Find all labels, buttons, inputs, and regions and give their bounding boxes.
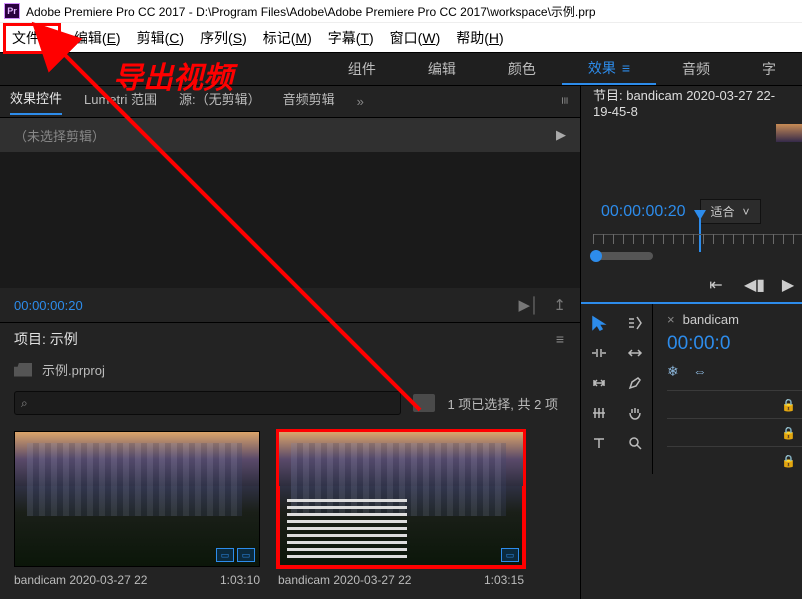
export-frame-icon[interactable]: ↥ (553, 296, 566, 314)
search-icon: ⌕ (21, 396, 28, 411)
rate-stretch-tool[interactable] (626, 344, 644, 362)
project-panel-header: 项目: 示例 ≡ (0, 322, 580, 354)
timeline-tab-label: bandicam (683, 312, 739, 327)
menu-help[interactable]: 帮助(H) (448, 24, 511, 52)
mark-in-button[interactable]: ⇤ (708, 275, 724, 295)
ws-tab-effects[interactable]: 效果≡ (562, 53, 656, 85)
effect-controls-footer: 00:00:00:20 ▶│ ↥ (0, 288, 580, 322)
effect-controls-timecode[interactable]: 00:00:00:20 (14, 298, 83, 313)
type-tool[interactable] (590, 434, 608, 452)
ws-tab-editing[interactable]: 编辑 (402, 53, 482, 85)
video-badge-icon: ▭ (216, 548, 234, 562)
source-panel-tabs: 效果控件 Lumetri 范围 源:（无剪辑） 音频剪辑 » ≡ (0, 86, 580, 118)
toggle-loop-icon[interactable]: ▶│ (519, 296, 540, 314)
selection-tool[interactable] (590, 314, 608, 332)
tools-panel (581, 304, 653, 474)
menu-edit[interactable]: 编辑(E) (66, 24, 129, 52)
ws-tab-menu-icon[interactable]: ≡ (622, 60, 630, 76)
bin-icon[interactable] (14, 363, 32, 377)
clip-type-badges: ▭ (501, 548, 519, 562)
lock-icon[interactable]: 🔒 (781, 426, 796, 440)
panel-menu-icon[interactable]: ≡ (558, 97, 573, 107)
project-thumb[interactable]: ▭▭ (14, 431, 260, 567)
effect-controls-body: （未选择剪辑） ▶ (0, 118, 580, 288)
program-monitor-body[interactable]: 00:00:00:20 适合˅ (581, 118, 802, 268)
track-row[interactable]: 🔒 (667, 390, 802, 418)
audio-badge-icon: ▭ (237, 548, 255, 562)
ws-tab-audio[interactable]: 音频 (656, 53, 736, 85)
ws-tab-color[interactable]: 颜色 (482, 53, 562, 85)
slip-tool[interactable] (590, 374, 608, 392)
menu-sequence[interactable]: 序列(S) (192, 24, 255, 52)
lock-icon[interactable]: 🔒 (781, 454, 796, 468)
lock-icon[interactable]: 🔒 (781, 398, 796, 412)
timeline-tab[interactable]: × bandicam (667, 312, 802, 327)
play-button[interactable]: ▶ (780, 275, 796, 295)
project-item-duration: 1:03:15 (484, 573, 524, 587)
menu-title[interactable]: 字幕(T) (320, 24, 382, 52)
project-search-row: ⌕ 1 项已选择, 共 2 项 (0, 385, 580, 421)
project-item[interactable]: ▭▭ bandicam 2020-03-27 22 1:03:10 (14, 431, 260, 599)
clip-type-badges: ▭▭ (216, 548, 255, 562)
menu-marker[interactable]: 标记(M) (255, 24, 320, 52)
project-item-name: bandicam 2020-03-27 22 (278, 573, 411, 587)
app-icon: Pr (4, 3, 20, 19)
program-zoom-scrollbar[interactable] (593, 252, 653, 260)
step-back-button[interactable]: ◀▮ (744, 275, 760, 295)
project-item[interactable]: ▭ bandicam 2020-03-27 22 1:03:15 (278, 431, 524, 599)
program-transport: ⇤ ◀▮ ▶ (581, 268, 802, 302)
linked-selection-icon[interactable]: ⇔ (693, 363, 707, 380)
ripple-edit-tool[interactable] (590, 344, 608, 362)
menu-clip[interactable]: 剪辑(C) (129, 24, 192, 52)
timeline-header-icons: ❄ ⇔ (667, 361, 802, 382)
timeline-timecode[interactable]: 00:00:0 (667, 327, 802, 361)
project-panel-title[interactable]: 项目: 示例 (14, 329, 78, 349)
track-row[interactable]: 🔒 (667, 446, 802, 474)
project-breadcrumb: 示例.prproj (0, 354, 580, 385)
panel-overflow-icon[interactable]: » (357, 94, 364, 109)
track-select-tool[interactable] (626, 314, 644, 332)
project-search-input[interactable]: ⌕ (14, 391, 401, 415)
annotation-text: 导出视频 (113, 53, 233, 97)
project-file-label: 示例.prproj (42, 360, 105, 379)
zoom-tool[interactable] (626, 434, 644, 452)
program-playhead[interactable] (699, 212, 701, 252)
razor-tool[interactable] (590, 404, 608, 422)
project-thumbnails: ▭▭ bandicam 2020-03-27 22 1:03:10 ▭ band… (0, 421, 580, 599)
pen-tool[interactable] (626, 374, 644, 392)
project-item-duration: 1:03:10 (220, 573, 260, 587)
timeline-tab-close-icon[interactable]: × (667, 312, 675, 327)
program-monitor-title[interactable]: 节目: bandicam 2020-03-27 22-19-45-8 (593, 85, 790, 119)
menu-file[interactable]: 文件(F) (4, 24, 66, 52)
expand-icon[interactable]: ▶ (556, 127, 566, 143)
project-selection-info: 1 项已选择, 共 2 项 (447, 394, 566, 413)
effect-controls-noclip-row: （未选择剪辑） ▶ (0, 118, 580, 152)
timeline-tracks: 🔒 🔒 🔒 (667, 382, 802, 474)
menu-bar: 文件(F) 编辑(E) 剪辑(C) 序列(S) 标记(M) 字幕(T) 窗口(W… (0, 22, 802, 52)
hand-tool[interactable] (626, 404, 644, 422)
no-clip-label: （未选择剪辑） (14, 126, 105, 145)
tab-effect-controls[interactable]: 效果控件 (10, 88, 62, 115)
video-badge-icon: ▭ (501, 548, 519, 562)
window-title: Adobe Premiere Pro CC 2017 - D:\Program … (26, 3, 596, 20)
ws-tab-titles[interactable]: 字 (736, 53, 802, 85)
program-monitor-frame (776, 124, 802, 142)
snap-icon[interactable]: ❄ (667, 363, 679, 380)
tab-audio-clip[interactable]: 音频剪辑 (283, 89, 335, 114)
project-item-name: bandicam 2020-03-27 22 (14, 573, 147, 587)
ws-tab-assembly[interactable]: 组件 (322, 53, 402, 85)
program-monitor-header: 节目: bandicam 2020-03-27 22-19-45-8 (581, 86, 802, 118)
new-bin-icon[interactable] (413, 394, 435, 412)
track-row[interactable]: 🔒 (667, 418, 802, 446)
project-thumb-selected[interactable]: ▭ (278, 431, 524, 567)
title-bar: Pr Adobe Premiere Pro CC 2017 - D:\Progr… (0, 0, 802, 22)
timeline-area: × bandicam 00:00:0 ❄ ⇔ 🔒 🔒 🔒 (581, 304, 802, 474)
project-panel-menu-icon[interactable]: ≡ (556, 331, 566, 347)
menu-window[interactable]: 窗口(W) (382, 24, 449, 52)
